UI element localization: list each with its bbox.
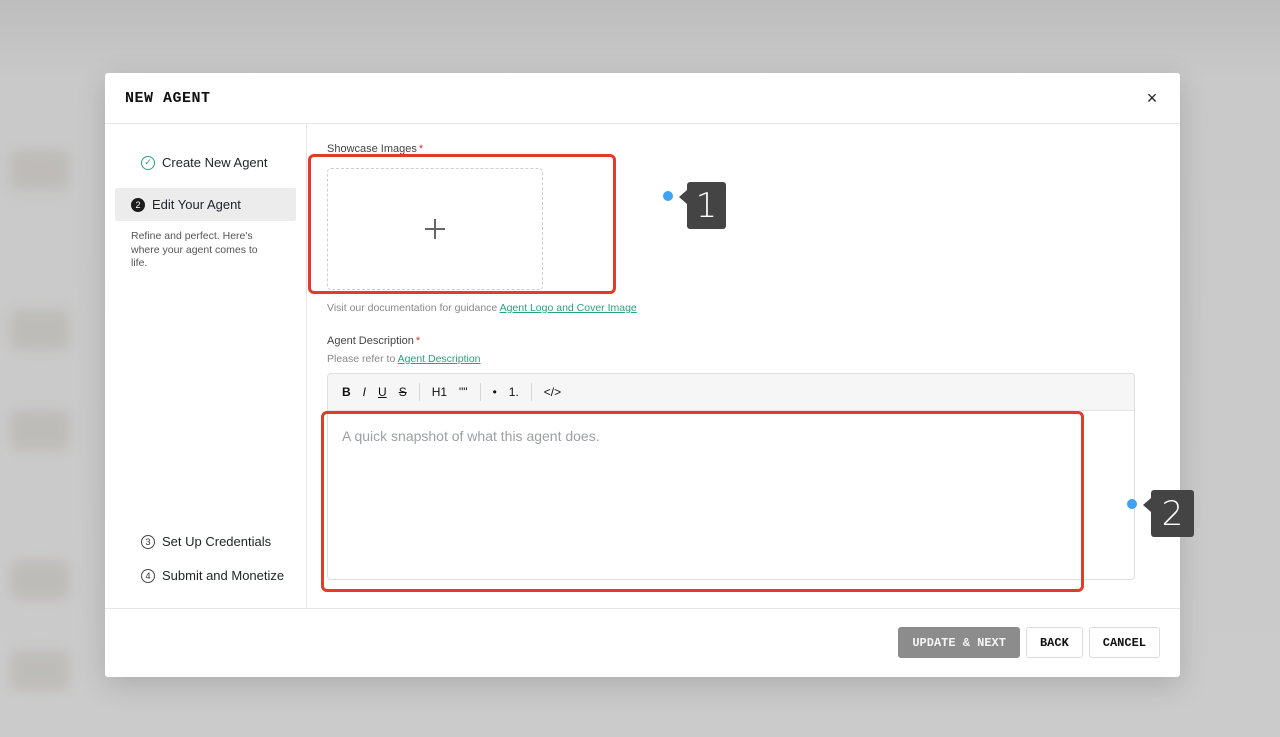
step-edit-your-agent[interactable]: 2 Edit Your Agent	[115, 188, 296, 221]
heading-button[interactable]: H1	[426, 382, 453, 402]
blurred-item	[10, 650, 70, 690]
modal-header: NEW AGENT ×	[105, 73, 1180, 124]
back-button[interactable]: BACK	[1025, 627, 1083, 658]
strikethrough-button[interactable]: S	[393, 382, 413, 402]
step-label: Submit and Monetize	[162, 568, 285, 583]
cancel-button[interactable]: CANCEL	[1088, 627, 1160, 658]
underline-button[interactable]: U	[372, 382, 393, 402]
step-create-new-agent[interactable]: ✓ Create New Agent	[115, 146, 296, 179]
step-number-icon: 3	[141, 534, 155, 549]
step-label: Edit Your Agent	[152, 197, 241, 212]
steps-sidebar: ✓ Create New Agent 2 Edit Your Agent Ref…	[105, 124, 307, 608]
required-mark: *	[415, 335, 421, 347]
label-text: Agent Description	[327, 335, 414, 347]
toolbar-divider	[418, 383, 420, 401]
blurred-item	[10, 310, 70, 350]
step-description: Refine and perfect. Here's where your ag…	[131, 230, 258, 269]
bullet-list-button[interactable]: •	[487, 382, 503, 402]
update-next-button[interactable]: UPDATE & NEXT	[898, 627, 1020, 658]
annotation-highlight-1	[308, 154, 616, 294]
annotation-dot-1	[663, 191, 673, 201]
quote-button[interactable]: ""	[453, 382, 474, 402]
blurred-item	[10, 150, 70, 190]
hint-text: Please refer to	[327, 353, 396, 365]
code-button[interactable]: </>	[538, 382, 567, 402]
step-label: Create New Agent	[162, 155, 268, 170]
annotation-tag-2: 2	[1143, 490, 1194, 537]
agent-description-label: Agent Description *	[327, 335, 420, 347]
modal-footer: UPDATE & NEXT BACK CANCEL	[105, 609, 1180, 676]
ordered-list-button[interactable]: 1.	[503, 382, 525, 402]
toolbar-divider	[479, 383, 481, 401]
blurred-item	[10, 410, 70, 450]
step-number-icon: 2	[131, 197, 145, 212]
step-label: Set Up Credentials	[162, 534, 272, 549]
annotation-highlight-2	[321, 411, 1084, 592]
bold-button[interactable]: B	[336, 382, 357, 402]
modal-title: NEW AGENT	[125, 89, 211, 107]
showcase-hint: Visit our documentation for guidance Age…	[327, 302, 637, 314]
toolbar-divider	[530, 383, 532, 401]
hint-text: Visit our documentation for guidance	[327, 302, 498, 314]
blurred-item	[10, 560, 70, 600]
editor-toolbar: B I U S H1 "" • 1. </>	[328, 374, 1134, 411]
step-number-icon: 4	[141, 568, 155, 583]
check-circle-icon: ✓	[141, 155, 155, 170]
annotation-dot-2	[1127, 499, 1137, 509]
step-submit-and-monetize[interactable]: 4 Submit and Monetize	[115, 559, 296, 592]
annotation-tag-1: 1	[679, 182, 726, 229]
close-icon[interactable]: ×	[1144, 89, 1160, 107]
agent-description-doc-link[interactable]: Agent Description	[398, 353, 481, 365]
italic-button[interactable]: I	[357, 382, 372, 402]
agent-logo-doc-link[interactable]: Agent Logo and Cover Image	[500, 302, 637, 314]
description-hint: Please refer to Agent Description	[327, 353, 481, 365]
step-set-up-credentials[interactable]: 3 Set Up Credentials	[115, 525, 296, 558]
